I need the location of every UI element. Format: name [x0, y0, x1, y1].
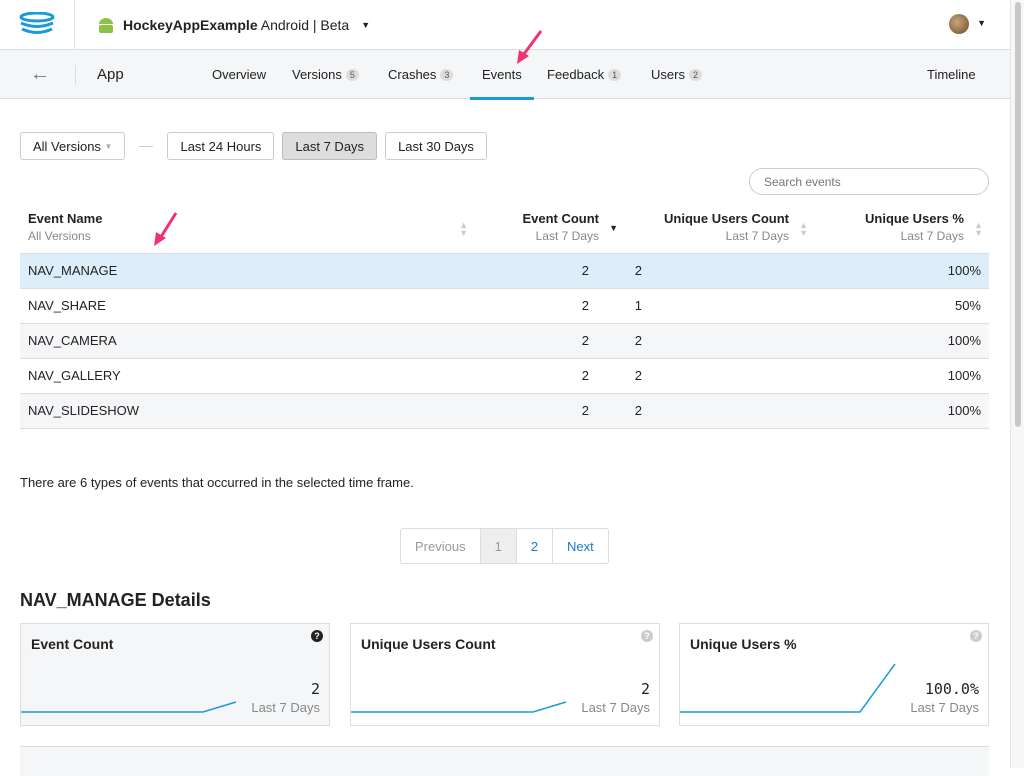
top-bar: HockeyAppExample Android | Beta ▼ ▼	[0, 0, 1024, 50]
count-badge: 3	[440, 68, 454, 81]
tab-overview[interactable]: Overview	[212, 67, 266, 82]
help-icon[interactable]: ?	[970, 630, 982, 642]
card-title: Unique Users %	[690, 636, 797, 652]
version-dropdown[interactable]: All Versions ▼	[20, 132, 126, 160]
sparkline	[680, 663, 896, 713]
tab-label: Overview	[212, 67, 267, 82]
unique-users-pct-card[interactable]: Unique Users % ? 100.0% Last 7 Days	[679, 623, 989, 726]
chevron-down-icon[interactable]: ▼	[977, 18, 986, 28]
app-selector[interactable]: HockeyAppExample Android | Beta ▼	[97, 16, 370, 34]
count-badge: 1	[608, 68, 622, 81]
annotation-arrow-icon	[154, 212, 178, 246]
table-row[interactable]: NAV_SHARE 2 1 50%	[20, 287, 989, 323]
section-title: App	[97, 66, 124, 83]
help-icon[interactable]: ?	[311, 630, 323, 642]
details-title: NAV_MANAGE Details	[20, 590, 211, 610]
column-header-event-count[interactable]: Event Count Last 7 Days ▼	[474, 205, 624, 253]
version-label: All Versions	[33, 138, 101, 154]
hockeyapp-logo-icon[interactable]	[0, 0, 75, 50]
tab-label: Timeline	[927, 67, 976, 82]
tab-label: Users	[651, 67, 685, 82]
range-30d-button[interactable]: Last 30 Days	[385, 132, 487, 160]
platform: Android	[260, 16, 309, 33]
sort-desc-icon: ▼	[609, 223, 618, 233]
tab-label: Events	[482, 67, 522, 82]
scrollbar[interactable]	[1010, 0, 1024, 768]
timeline-link[interactable]: Timeline	[927, 67, 976, 82]
page-1-button[interactable]: 1	[479, 529, 516, 563]
unique-users-count-card[interactable]: Unique Users Count ? 2 Last 7 Days	[350, 623, 660, 726]
avatar[interactable]	[949, 14, 969, 34]
app-nav: ← App Overview Versions 5 Crashes 3 Events…	[0, 50, 1024, 100]
table-row[interactable]: NAV_MANAGE 2 2 100%	[20, 252, 989, 288]
card-title: Event Count	[31, 636, 114, 652]
channel: Beta	[320, 16, 350, 33]
sparkline	[351, 701, 567, 713]
next-button[interactable]: Next	[552, 529, 608, 563]
help-icon[interactable]: ?	[641, 630, 653, 642]
scrollbar-thumb[interactable]	[1015, 2, 1021, 427]
android-icon	[99, 17, 113, 33]
chevron-down-icon: ▼	[361, 19, 371, 30]
events-summary: There are 6 types of events that occurre…	[20, 475, 414, 490]
sort-icon: ▲ ▼	[459, 220, 468, 238]
pagination: Previous 1 2 Next	[400, 528, 609, 564]
divider	[139, 145, 154, 147]
sparkline	[21, 701, 237, 713]
search-input[interactable]	[749, 168, 989, 195]
divider	[75, 65, 76, 85]
filter-bar: All Versions ▼ Last 24 Hours Last 7 Days…	[20, 132, 487, 160]
sort-icon: ▲ ▼	[799, 220, 808, 238]
column-header-unique-users-count[interactable]: Unique Users Count Last 7 Days ▲ ▼	[624, 205, 814, 253]
tab-feedback[interactable]: Feedback 1	[547, 67, 622, 82]
card-title: Unique Users Count	[361, 636, 496, 652]
annotation-arrow-icon	[517, 30, 543, 64]
app-name: HockeyAppExample	[123, 16, 258, 33]
tab-crashes[interactable]: Crashes 3	[388, 67, 454, 82]
tab-events[interactable]: Events	[470, 67, 534, 100]
chevron-down-icon: ▼	[104, 141, 113, 151]
tab-label: Versions	[292, 67, 342, 82]
range-24h-button[interactable]: Last 24 Hours	[167, 132, 275, 160]
next-section	[20, 746, 989, 776]
table-row[interactable]: NAV_SLIDESHOW 2 2 100%	[20, 392, 989, 429]
page-2-button[interactable]: 2	[515, 529, 552, 563]
event-count-card[interactable]: Event Count ? 2 Last 7 Days	[20, 623, 330, 726]
column-header-event-name[interactable]: Event Name All Versions ▲ ▼	[20, 205, 474, 253]
back-arrow-icon[interactable]: ←	[30, 63, 50, 86]
sort-icon: ▲ ▼	[974, 220, 983, 238]
tab-users[interactable]: Users 2	[651, 67, 702, 82]
count-badge: 2	[688, 68, 702, 81]
range-7d-button[interactable]: Last 7 Days	[282, 132, 378, 160]
tab-versions[interactable]: Versions 5	[292, 67, 359, 82]
count-badge: 5	[345, 68, 359, 81]
column-header-unique-users-pct[interactable]: Unique Users % Last 7 Days ▲ ▼	[814, 205, 989, 253]
table-row[interactable]: NAV_CAMERA 2 2 100%	[20, 322, 989, 358]
tab-label: Feedback	[547, 67, 605, 82]
previous-button[interactable]: Previous	[401, 529, 480, 563]
table-row[interactable]: NAV_GALLERY 2 2 100%	[20, 357, 989, 393]
tab-label: Crashes	[388, 67, 437, 82]
